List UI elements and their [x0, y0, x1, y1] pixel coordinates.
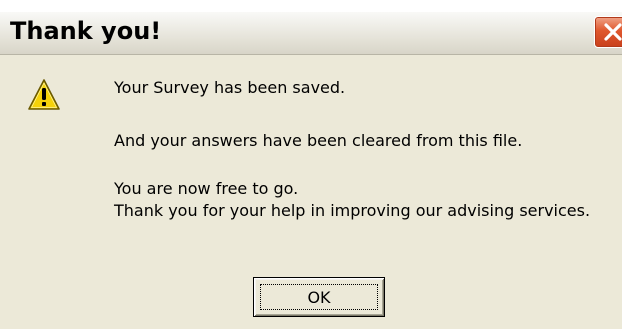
message-saved: Your Survey has been saved. [114, 78, 346, 97]
close-icon [604, 23, 622, 41]
message-cleared: And your answers have been cleared from … [114, 131, 523, 150]
dialog-window: Thank you! Your Survey has been saved. A… [0, 0, 622, 329]
close-button[interactable] [594, 16, 622, 48]
message-thank-you: Thank you for your help in improving our… [114, 201, 591, 220]
window-title: Thank you! [10, 17, 162, 45]
ok-button-label: OK [307, 287, 331, 307]
top-strip [0, 0, 622, 12]
message-free-to-go: You are now free to go. [114, 179, 299, 198]
title-bar[interactable]: Thank you! [0, 12, 622, 55]
ok-button[interactable]: OK [253, 277, 385, 317]
warning-icon [28, 79, 60, 110]
